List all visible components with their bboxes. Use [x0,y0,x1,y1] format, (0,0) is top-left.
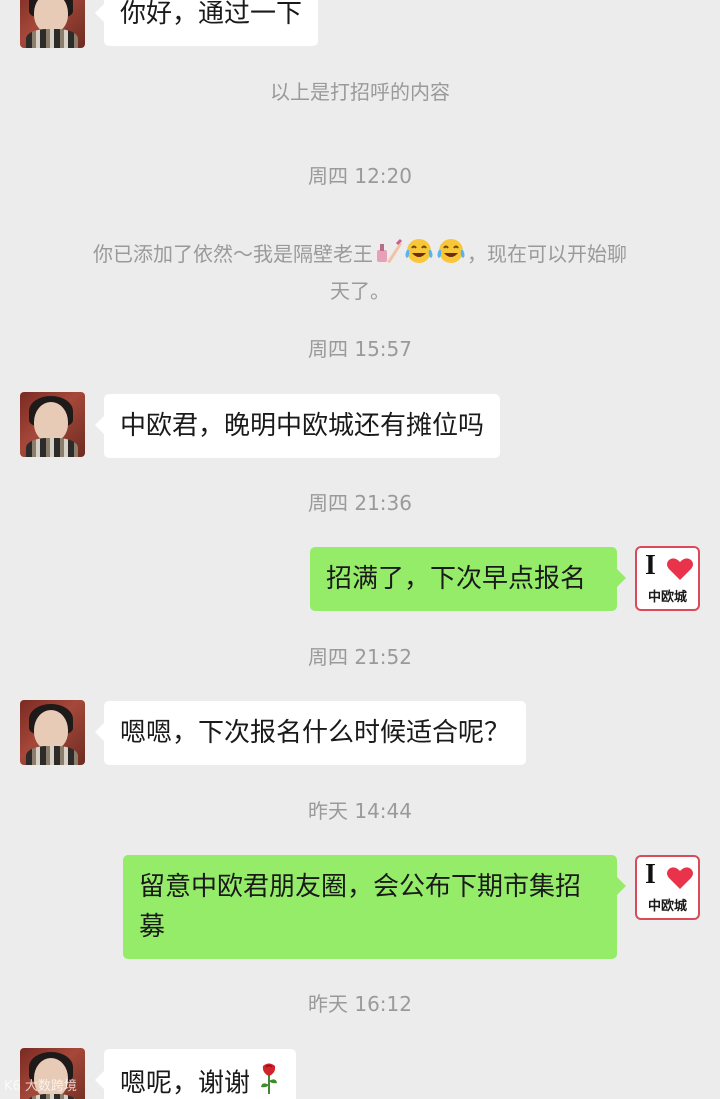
notice-text: ，现在可以开始聊 [467,242,627,266]
timestamp: 周四 21:52 [308,645,412,669]
contact-avatar[interactable] [20,0,85,48]
logo-text: 中欧城 [647,899,687,914]
chat-conversation: 你好，通过一下 以上是打招呼的内容 周四 12:20 你已添加了依然～我是隔壁老… [0,0,720,1099]
incoming-message[interactable]: 中欧君，晚明中欧城还有摊位吗 [94,394,501,458]
my-avatar-logo[interactable]: I 中欧城 [635,546,700,611]
outgoing-message[interactable]: 招满了，下次早点报名 [310,547,626,611]
timestamp: 周四 12:20 [308,164,412,188]
logo-text: 中欧城 [647,590,687,605]
message-text: 嗯嗯，下次报名什么时候适合呢？ [120,718,511,748]
contact-avatar[interactable] [20,700,85,765]
watermark: K6 大数跨境 [4,1079,77,1094]
message-text: 招满了，下次早点报名 [326,564,587,594]
timestamp: 昨天 14:44 [308,799,412,823]
heart-icon [667,867,693,889]
incoming-message[interactable]: 你好，通过一下 [94,0,319,46]
outgoing-message[interactable]: 留意中欧君朋友圈，会公布下期市集招募 [123,855,626,959]
incoming-message[interactable]: 嗯嗯，下次报名什么时候适合呢？ [94,701,527,765]
tears-of-joy-icon [403,236,435,275]
message-text: 留意中欧君朋友圈，会公布下期市集招募 [139,872,582,942]
my-avatar-logo[interactable]: I 中欧城 [635,855,700,920]
incoming-message[interactable]: 嗯呢，谢谢 [94,1049,297,1099]
logo-letter: I [645,550,656,581]
friend-added-notice: 你已添加了依然～我是隔壁老王 ，现在可以开始聊 天了。 [50,236,670,307]
rose-icon [258,1061,280,1099]
timestamp: 周四 21:36 [308,491,412,515]
greeting-note: 以上是打招呼的内容 [270,80,450,104]
contact-avatar[interactable] [20,392,85,457]
heart-icon [667,558,693,580]
nail-polish-icon [373,236,403,275]
message-text: 嗯呢，谢谢 [120,1068,251,1099]
notice-text: 你已添加了依然～我是隔壁老王 [93,242,373,266]
message-text: 你好，通过一下 [120,0,303,29]
tears-of-joy-icon [435,236,467,275]
logo-letter: I [645,859,656,890]
notice-text: 天了。 [330,279,390,303]
timestamp: 昨天 16:12 [308,992,412,1016]
timestamp: 周四 15:57 [308,337,412,361]
message-text: 中欧君，晚明中欧城还有摊位吗 [120,411,485,441]
